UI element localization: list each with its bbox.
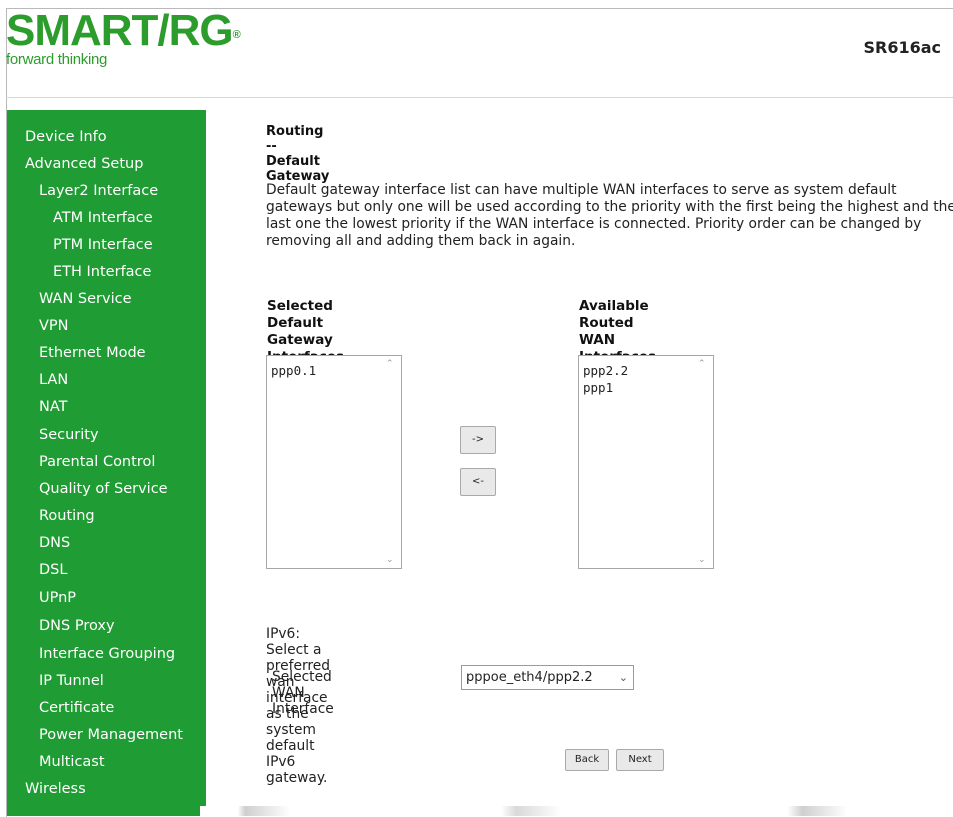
page-description: Default gateway interface list can have … (266, 182, 953, 249)
sidebar-item-multicast[interactable]: Multicast (39, 753, 105, 771)
scrollbar[interactable]: ⌃ ⌄ (384, 357, 400, 567)
scroll-up-icon[interactable]: ⌃ (386, 359, 394, 369)
sidebar-item-ptm-interface[interactable]: PTM Interface (53, 236, 153, 254)
scrollbar[interactable]: ⌃ ⌄ (696, 357, 712, 567)
sidebar-item-certificate[interactable]: Certificate (39, 699, 114, 717)
scroll-down-icon[interactable]: ⌄ (386, 555, 394, 565)
sidebar-item-wan-service[interactable]: WAN Service (39, 290, 132, 308)
sidebar-item-ip-tunnel[interactable]: IP Tunnel (39, 672, 104, 690)
sidebar-item-power-management[interactable]: Power Management (39, 726, 183, 744)
chevron-down-icon: ⌄ (618, 671, 628, 684)
page-title: Routing -- Default Gateway (266, 124, 330, 184)
selected-gateways-list[interactable]: ppp0.1 ⌃ ⌄ (266, 355, 402, 569)
sidebar-item-advanced-setup[interactable]: Advanced Setup (25, 155, 143, 173)
sidebar-item-wireless[interactable]: Wireless (25, 780, 86, 798)
sidebar-item-dsl[interactable]: DSL (39, 561, 67, 579)
add-to-selected-button[interactable]: -> (460, 426, 496, 454)
sidebar-item-atm-interface[interactable]: ATM Interface (53, 209, 153, 227)
wan-interface-select[interactable]: pppoe_eth4/ppp2.2 ⌄ (461, 665, 634, 690)
remove-from-selected-button[interactable]: <- (460, 468, 496, 496)
logo-wordmark: SMART/RG® (6, 6, 241, 55)
sidebar-nav: Device Info Advanced Setup Layer2 Interf… (7, 110, 206, 816)
sidebar-item-eth-interface[interactable]: ETH Interface (53, 263, 151, 281)
list-option[interactable]: ppp1 (579, 379, 628, 396)
wan-interface-label: Selected WAN Interface (272, 669, 334, 717)
available-heading-line1: Available Routed WAN (579, 298, 649, 348)
sidebar-item-layer2-interface[interactable]: Layer2 Interface (39, 182, 158, 200)
header-divider (6, 97, 953, 98)
scroll-up-icon[interactable]: ⌃ (698, 359, 706, 369)
sidebar-item-interface-grouping[interactable]: Interface Grouping (39, 645, 175, 663)
next-button[interactable]: Next (616, 749, 664, 771)
model-name: SR616ac (863, 38, 941, 57)
sidebar-item-parental-control[interactable]: Parental Control (39, 453, 155, 471)
wan-interface-value: pppoe_eth4/ppp2.2 (466, 670, 593, 685)
sidebar-item-ethernet-mode[interactable]: Ethernet Mode (39, 344, 146, 362)
sidebar-item-vpn[interactable]: VPN (39, 317, 69, 335)
sidebar-item-device-info[interactable]: Device Info (25, 128, 107, 146)
available-interfaces-list[interactable]: ppp2.2 ppp1 ⌃ ⌄ (578, 355, 714, 569)
sidebar-item-security[interactable]: Security (39, 426, 99, 444)
sidebar-item-quality-of-service[interactable]: Quality of Service (39, 480, 168, 498)
back-button[interactable]: Back (565, 749, 609, 771)
sidebar-item-routing[interactable]: Routing (39, 507, 95, 525)
sidebar-item-upnp[interactable]: UPnP (39, 589, 76, 607)
brand-logo: SMART/RG® forward thinking (6, 6, 241, 69)
cropped-bottom-edge (200, 806, 953, 816)
list-option[interactable]: ppp0.1 (267, 362, 316, 379)
sidebar-item-dns[interactable]: DNS (39, 534, 70, 552)
scroll-down-icon[interactable]: ⌄ (698, 555, 706, 565)
sidebar-item-dns-proxy[interactable]: DNS Proxy (39, 617, 115, 635)
sidebar-item-lan[interactable]: LAN (39, 371, 68, 389)
selected-heading-line1: Selected Default (267, 298, 333, 331)
sidebar-item-nat[interactable]: NAT (39, 398, 68, 416)
list-option[interactable]: ppp2.2 (579, 362, 628, 379)
